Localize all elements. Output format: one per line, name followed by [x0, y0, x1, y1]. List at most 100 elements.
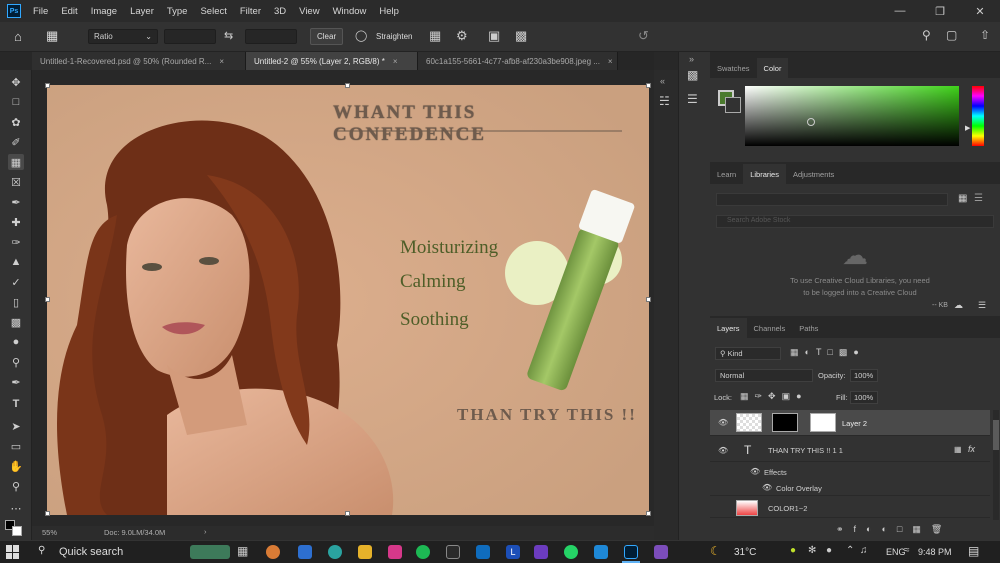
eyedropper-tool-icon[interactable]: ✒	[8, 194, 24, 210]
temperature[interactable]: 31°C	[734, 547, 756, 558]
visual-studio-icon[interactable]	[534, 545, 548, 559]
collapse-arrows-icon[interactable]: «	[660, 76, 665, 86]
hue-slider[interactable]	[972, 86, 984, 146]
frame-tool-icon[interactable]: ☒	[8, 174, 24, 190]
menu-image[interactable]: Image	[91, 6, 117, 17]
eraser-tool-icon[interactable]: ▯	[8, 294, 24, 310]
transform-handle[interactable]	[45, 83, 50, 88]
transform-handle[interactable]	[345, 511, 350, 516]
shape-tool-icon[interactable]: ▭	[8, 438, 24, 454]
color-picker-cursor[interactable]	[807, 118, 815, 126]
teams-icon[interactable]	[298, 545, 312, 559]
layers-scrollbar[interactable]	[993, 410, 999, 520]
effects-icon[interactable]: ▦	[954, 445, 962, 454]
dodge-tool-icon[interactable]: ⚲	[8, 354, 24, 370]
tab-swatches[interactable]: Swatches	[710, 58, 757, 78]
library-select[interactable]	[716, 193, 948, 206]
clock[interactable]: 9:48 PM	[918, 547, 952, 557]
history-brush-icon[interactable]: ✓	[8, 274, 24, 290]
transform-handle[interactable]	[646, 83, 651, 88]
healing-brush-icon[interactable]: ✚	[8, 214, 24, 230]
visibility-eye-icon[interactable]: 👁	[750, 467, 760, 476]
crop-tool-icon[interactable]: ▦	[46, 28, 58, 44]
menu-layer[interactable]: Layer	[130, 6, 154, 17]
menu-select[interactable]: Select	[200, 6, 226, 17]
tab-channels[interactable]: Channels	[747, 318, 793, 338]
background-color-chip[interactable]	[725, 97, 741, 113]
tab-paths[interactable]: Paths	[792, 318, 825, 338]
home-icon[interactable]: ⌂	[14, 29, 22, 44]
layer-row-layer-2[interactable]: 👁 Layer 2	[710, 410, 990, 436]
collapse-arrows-icon[interactable]: »	[689, 54, 694, 64]
transform-handle[interactable]	[45, 511, 50, 516]
photoshop-taskbar-icon[interactable]	[624, 545, 638, 559]
tab-libraries[interactable]: Libraries	[743, 164, 786, 184]
crop-tool-icon[interactable]: ▦	[8, 154, 24, 170]
menu-type[interactable]: Type	[167, 6, 188, 17]
outlook-icon[interactable]	[476, 545, 490, 559]
opacity-field[interactable]: 100%	[850, 369, 878, 382]
delete-cropped-icon[interactable]: ▣	[488, 28, 500, 44]
instagram-icon[interactable]	[388, 545, 402, 559]
transform-handle[interactable]	[646, 297, 651, 302]
settings-gear-icon[interactable]: ⚙	[456, 28, 468, 44]
clear-button[interactable]: Clear	[310, 28, 344, 45]
copilot-icon[interactable]	[266, 545, 280, 559]
hand-tool-icon[interactable]: ✋	[8, 458, 24, 474]
lens-icon[interactable]: L	[506, 545, 520, 559]
vscode-icon[interactable]	[594, 545, 608, 559]
zoom-level[interactable]: 55%	[42, 528, 57, 537]
input-language[interactable]: ENG	[886, 547, 906, 557]
restore-icon[interactable]: ❐	[920, 0, 960, 22]
grid-overlay-icon[interactable]: ▦	[429, 28, 441, 44]
visibility-eye-icon[interactable]: 👁	[718, 446, 728, 455]
store-icon[interactable]	[446, 545, 460, 559]
color-panel-icon[interactable]: ▩	[687, 68, 698, 82]
reset-icon[interactable]: ↺	[638, 28, 649, 44]
bluetooth-icon[interactable]: ✻	[808, 545, 816, 556]
panel-menu-icon[interactable]: ☰	[978, 300, 986, 311]
cloud-sync-icon[interactable]: ☁	[954, 300, 963, 311]
layer-actions-icons[interactable]: ⚭f◐◐□▦🗑	[836, 524, 952, 535]
straighten-icon[interactable]: ◯	[355, 29, 367, 42]
menu-filter[interactable]: Filter	[240, 6, 261, 17]
move-tool-icon[interactable]: ✥	[8, 74, 24, 90]
path-select-icon[interactable]: ➤	[8, 418, 24, 434]
layer-filter-icons[interactable]: ▦◐T□▩●	[790, 347, 865, 358]
library-search-input[interactable]: Search Adobe Stock	[716, 215, 994, 228]
menu-file[interactable]: File	[33, 6, 48, 17]
lasso-tool-icon[interactable]: ✿	[8, 114, 24, 130]
quick-select-tool-icon[interactable]: ✐	[8, 134, 24, 150]
gradient-tool-icon[interactable]: ▩	[8, 314, 24, 330]
brush-tool-icon[interactable]: ✑	[8, 234, 24, 250]
swap-icon[interactable]: ⇆	[224, 29, 233, 42]
visibility-eye-icon[interactable]: 👁	[718, 418, 728, 427]
widget-icon[interactable]	[190, 545, 230, 559]
hue-marker-icon[interactable]: ▶	[965, 124, 970, 132]
layer-row-color-overlay[interactable]: 👁 Color Overlay	[710, 480, 990, 496]
tab-untitled-1[interactable]: Untitled-1-Recovered.psd @ 50% (Rounded …	[32, 52, 246, 70]
blend-mode-select[interactable]: Normal	[715, 369, 813, 382]
close-tab-icon[interactable]: ×	[219, 57, 224, 66]
layer-row-effects[interactable]: 👁 Effects	[710, 464, 990, 480]
windows-start-icon[interactable]	[6, 545, 20, 559]
task-view-icon[interactable]: ▦	[237, 544, 248, 558]
notifications-icon[interactable]: ▤	[968, 544, 979, 558]
file-explorer-icon[interactable]	[358, 545, 372, 559]
spotify-icon[interactable]	[416, 545, 430, 559]
marquee-tool-icon[interactable]: □	[8, 94, 24, 110]
minimize-icon[interactable]: —	[880, 0, 920, 22]
list-view-icon[interactable]: ☰	[974, 193, 983, 204]
fill-field[interactable]: 100%	[850, 391, 878, 404]
wifi-icon[interactable]: ≈	[904, 545, 910, 556]
color-field[interactable]	[745, 86, 959, 146]
document-canvas[interactable]: WHANT THIS CONFEDENCE Moisturizing Calmi…	[47, 85, 649, 515]
menu-view[interactable]: View	[299, 6, 319, 17]
visibility-eye-icon[interactable]: 👁	[762, 483, 772, 492]
volume-icon[interactable]: ♫	[860, 545, 868, 556]
close-tab-icon[interactable]: ×	[608, 57, 613, 66]
menu-edit[interactable]: Edit	[61, 6, 77, 17]
height-field[interactable]	[245, 29, 297, 44]
zoom-tool-icon[interactable]: ⚲	[8, 478, 24, 494]
workspace-icon[interactable]: ▢	[946, 28, 957, 42]
